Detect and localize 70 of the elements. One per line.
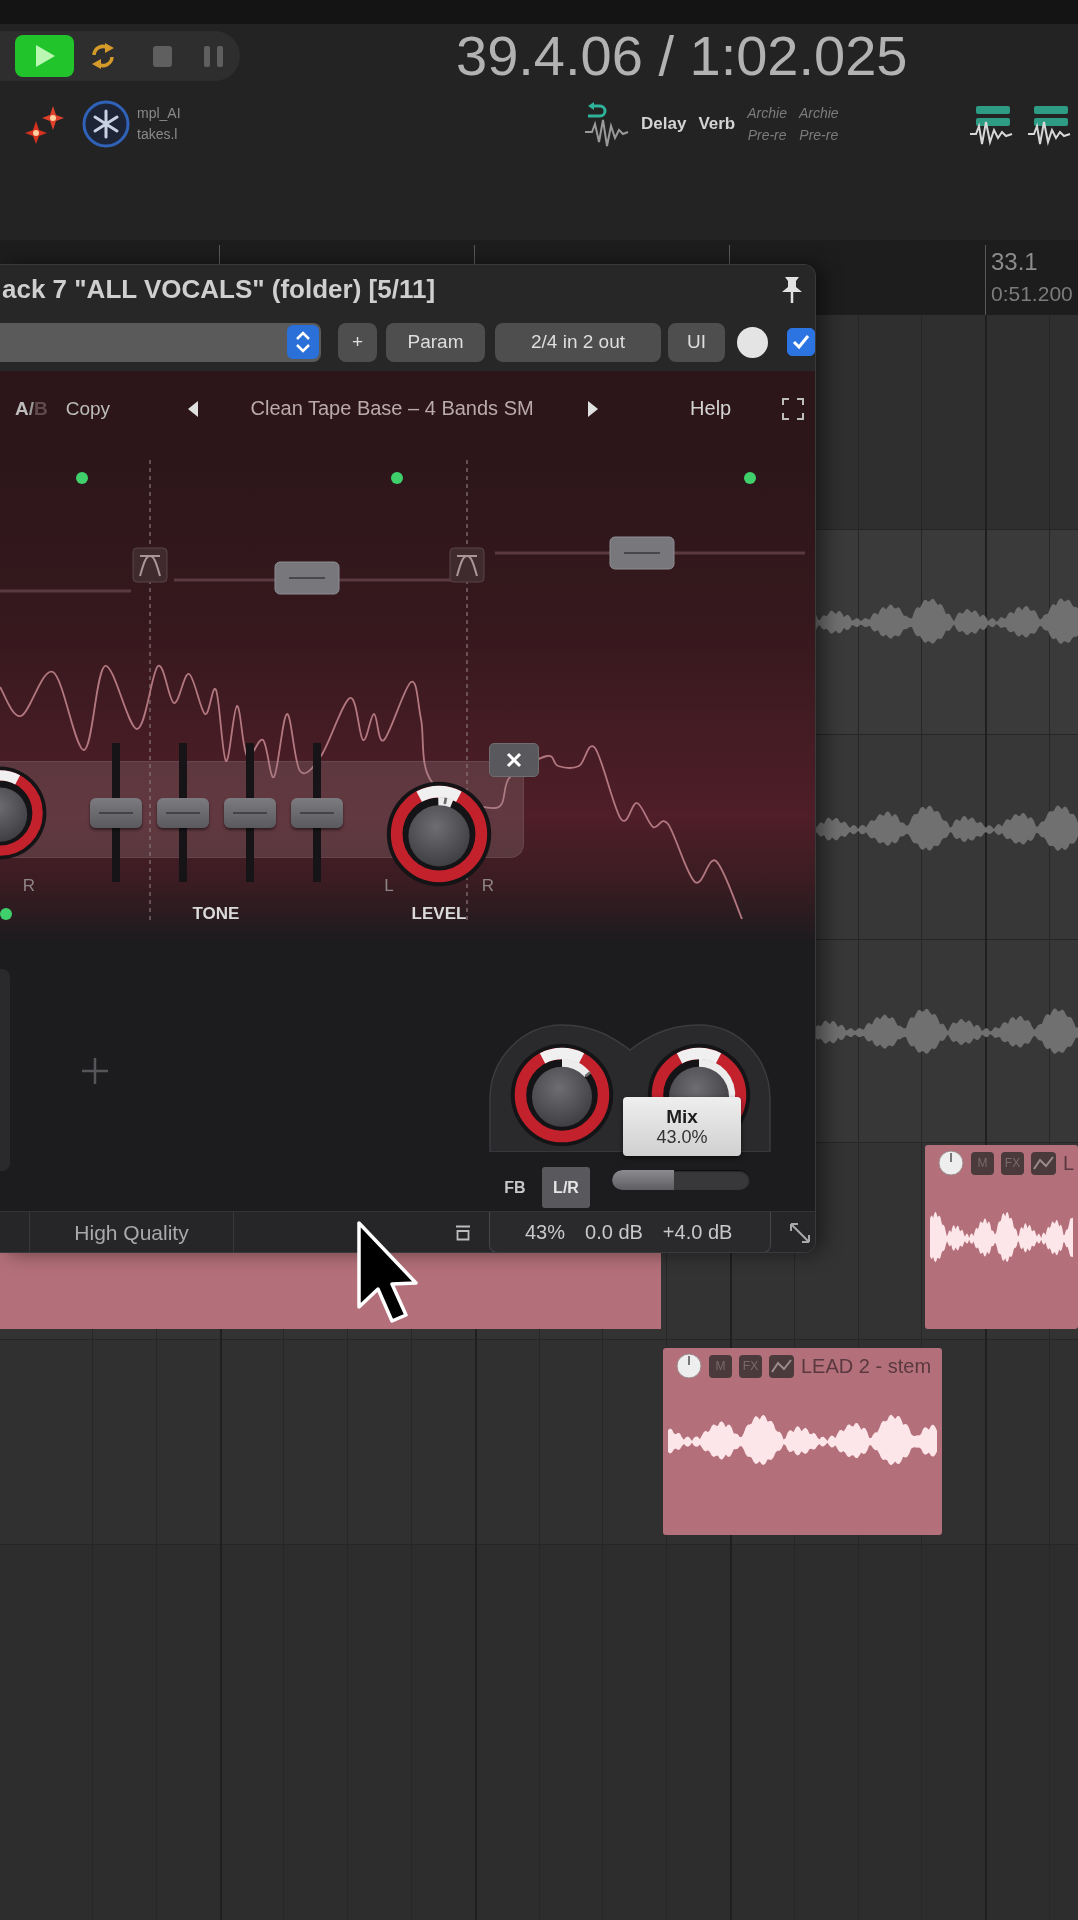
help-button[interactable]: Help [690, 397, 732, 420]
collapse-icon[interactable] [455, 1224, 471, 1241]
crossover-handle-icon[interactable] [132, 547, 168, 583]
enable-checkbox[interactable] [787, 328, 815, 356]
loop-wave-icon[interactable] [584, 101, 629, 147]
band-dot-icon[interactable] [391, 472, 403, 484]
window-title: ack 7 "ALL VOCALS" (folder) [5/11] [2, 273, 437, 305]
section-label: TONE [192, 904, 240, 924]
readout-value: 43% [525, 1220, 566, 1244]
plugin-dropdown[interactable] [0, 322, 321, 362]
slider-handle[interactable] [157, 797, 209, 828]
caret-left-icon[interactable] [188, 400, 199, 417]
time-display: 39.4.06 / 1:02.025 [456, 30, 908, 82]
band-handle[interactable] [609, 536, 675, 570]
toolbar-button[interactable]: Param [386, 322, 485, 362]
item-title: LEAD 2 - stem [801, 1354, 932, 1378]
bar-label: 33.1 [991, 249, 1038, 275]
time-label: 0:51.200 [991, 282, 1073, 306]
play-button[interactable] [15, 35, 74, 77]
readout-value: 0.0 dB [585, 1220, 643, 1244]
band-handle[interactable] [274, 561, 340, 595]
mode-button[interactable]: FB [498, 1167, 532, 1208]
toolbar-button[interactable]: UI [668, 322, 725, 362]
channel-label: R [22, 876, 36, 896]
cursor-icon [355, 1219, 419, 1325]
knob-icon[interactable] [938, 1150, 964, 1176]
band-dot-icon[interactable] [744, 472, 756, 484]
toolbar-button[interactable]: Delay [641, 114, 687, 134]
check-icon [792, 334, 810, 350]
resize-icon[interactable] [789, 1221, 811, 1244]
ab-separator: / [28, 397, 34, 420]
toolbar-label: mpl_AI [137, 105, 181, 122]
item-title: L [1063, 1151, 1075, 1175]
quality-button[interactable]: High Quality [29, 1212, 234, 1252]
band-dot-icon[interactable] [0, 908, 12, 920]
slider-handle[interactable] [291, 797, 343, 828]
slider-handle[interactable] [90, 797, 142, 828]
mode-button[interactable]: L/R [542, 1167, 590, 1208]
close-button[interactable] [489, 743, 539, 777]
tooltip-title: Mix [666, 1105, 698, 1127]
toolbar-button[interactable]: + [338, 322, 377, 362]
toolbar-button[interactable]: Verb [698, 114, 736, 134]
ab-option[interactable]: A [15, 397, 29, 420]
crossover-line[interactable] [149, 459, 151, 923]
toolbar-button[interactable]: 2/4 in 2 out [495, 322, 661, 362]
preset-name[interactable]: Clean Tape Base – 4 Bands SM [242, 397, 543, 420]
knob-icon[interactable] [676, 1353, 702, 1379]
caret-right-icon[interactable] [588, 400, 599, 417]
close-icon [506, 752, 522, 768]
toolbar-label: takes.l [137, 126, 178, 143]
circle-icon[interactable] [737, 326, 768, 358]
copy-button[interactable]: Copy [65, 397, 111, 420]
channel-label: R [481, 876, 495, 896]
readout-value: +4.0 dB [662, 1220, 733, 1244]
asterisk-circle-icon[interactable] [82, 100, 130, 148]
fullscreen-icon[interactable] [782, 397, 805, 420]
tooltip-value: 43.0% [656, 1126, 708, 1148]
repeat-icon[interactable] [89, 42, 117, 70]
play-icon [33, 44, 56, 68]
toolbar-button[interactable]: Archie Pre-re [798, 102, 839, 146]
channel-label: L [384, 876, 394, 896]
knob[interactable] [509, 1042, 615, 1148]
section-label: LEVEL [411, 904, 467, 924]
slider-handle[interactable] [224, 797, 276, 828]
band-dot-icon[interactable] [76, 472, 88, 484]
mix-slider[interactable] [612, 1170, 750, 1190]
toolbar-button[interactable]: Archie Pre-re [747, 102, 787, 146]
stepper-icon[interactable] [287, 325, 319, 359]
knob[interactable] [0, 765, 48, 861]
crossover-handle-icon[interactable] [449, 547, 485, 583]
